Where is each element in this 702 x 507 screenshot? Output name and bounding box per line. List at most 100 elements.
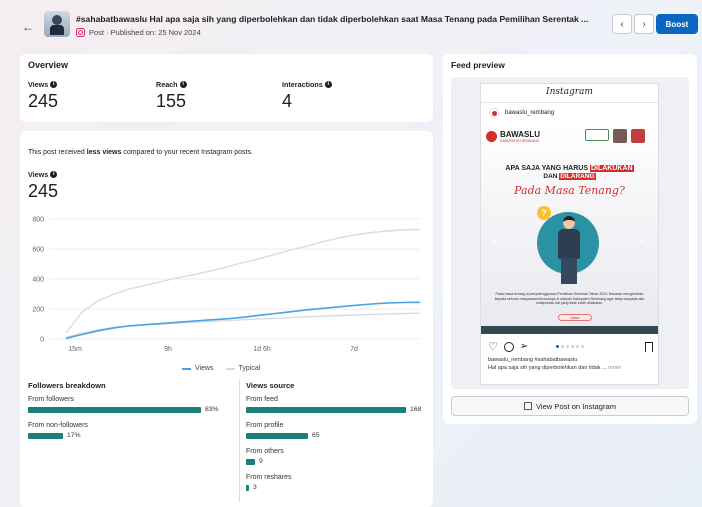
view-post-label: View Post on Instagram	[535, 401, 617, 411]
views-label-text: Views	[28, 170, 49, 179]
caption-more-link[interactable]: more	[607, 365, 621, 371]
followers-row: From followers 83%	[28, 396, 219, 413]
post-image[interactable]: BAWASLU KABUPATEN REMBANG APA SAJA YANG …	[481, 124, 658, 334]
note-text: This post received	[28, 149, 87, 156]
x-tick-label: 7d	[350, 346, 358, 353]
legend-label: Typical	[238, 365, 261, 372]
info-icon[interactable]: i	[50, 171, 58, 178]
divider	[481, 102, 658, 103]
y-tick-label: 400	[32, 277, 44, 284]
y-tick-label: 0	[40, 337, 44, 344]
post-actions: ♡ ➢	[488, 340, 653, 353]
section-divider	[239, 380, 240, 502]
info-icon[interactable]: i	[324, 81, 332, 88]
metric-value: 245	[28, 91, 59, 111]
carousel-next-icon[interactable]: ›	[637, 232, 642, 250]
x-tick-label: 9h	[164, 346, 172, 353]
bawaslu-logo: BAWASLU KABUPATEN REMBANG	[486, 130, 540, 143]
followers-breakdown-title: Followers breakdown	[28, 381, 106, 390]
feed-preview-card: Feed preview Instagram bawaslu_rembang B…	[443, 54, 697, 424]
partner-logos	[585, 129, 645, 143]
image-footer	[481, 326, 658, 334]
metric-reach: Reach i 155	[156, 80, 187, 112]
illustration-person	[554, 216, 584, 288]
published-date: Post · Published on: 25 Nov 2024	[89, 28, 201, 37]
overview-card: Overview Views i 245 Reach i 155 Interacti…	[20, 54, 433, 122]
views-label: Views i	[28, 170, 58, 179]
instagram-logo: Instagram	[546, 87, 593, 97]
carousel-prev-icon[interactable]: ‹	[493, 232, 498, 250]
followers-row: From non-followers 17%	[28, 422, 88, 439]
x-tick-label: 1d 6h	[253, 346, 271, 353]
boost-button[interactable]: Boost	[656, 14, 698, 34]
bar-value: 3	[253, 484, 257, 491]
views-source-bar	[246, 432, 308, 439]
heart-icon[interactable]: ♡	[488, 340, 498, 353]
overview-title: Overview	[28, 60, 69, 70]
legend-views[interactable]: Views	[182, 365, 214, 372]
post-title: #sahabatbawaslu Hal apa saja sih yang di…	[76, 14, 589, 24]
instagram-post-preview: Instagram bawaslu_rembang BAWASLU KABUPA…	[480, 83, 659, 385]
x-tick-label: 15m	[68, 346, 82, 353]
bar-label: From non-followers	[28, 422, 88, 429]
image-body-text: Pada masa tenang di penyelenggaraan Pemi…	[494, 292, 645, 306]
y-tick-label: 200	[32, 307, 44, 314]
image-headline-2: DAN DILARANG	[481, 173, 658, 180]
views-source-row: From profile 65	[246, 422, 320, 439]
back-arrow-icon[interactable]: ←	[22, 20, 34, 34]
y-tick-label: 800	[32, 217, 44, 224]
info-icon[interactable]: i	[50, 81, 58, 88]
legend-swatch	[225, 367, 235, 370]
legend-label: Views	[195, 365, 214, 372]
comparison-note: This post received less views compared t…	[28, 149, 253, 156]
bawaslu-emblem-icon	[486, 131, 497, 142]
headline-text: DAN	[543, 173, 558, 180]
share-icon[interactable]: ➢	[520, 341, 528, 352]
metric-value: 4	[282, 91, 293, 111]
metric-interactions: Interactions i 4	[282, 80, 332, 112]
metric-views: Views i 245	[28, 80, 58, 112]
info-icon[interactable]: i	[179, 81, 187, 88]
views-line-chart: 0 200 400 600 800 15m 9h 1d 6h 7d	[32, 217, 421, 353]
bar-label: From others	[246, 448, 284, 455]
post-thumbnail	[44, 11, 70, 37]
image-headline: APA SAJA YANG HARUS DILAKUKAN	[481, 165, 658, 172]
image-cta: Geser	[558, 314, 592, 321]
bar-label: From profile	[246, 422, 284, 429]
legend-typical[interactable]: Typical	[225, 365, 261, 372]
view-post-on-instagram-button[interactable]: View Post on Instagram	[451, 396, 689, 416]
bar-value: 83%	[205, 406, 219, 413]
logo-subtext: KABUPATEN REMBANG	[500, 139, 540, 143]
question-mark-icon: ?	[537, 206, 551, 220]
bar-value: 17%	[67, 432, 81, 439]
previous-post-button[interactable]: ‹	[612, 14, 632, 34]
views-source-row: From feed 168	[246, 396, 421, 413]
metric-label: Interactions	[282, 80, 323, 89]
image-subheadline: Pada Masa Tenang?	[514, 184, 625, 197]
views-source-bar	[246, 406, 406, 413]
post-header: ← #sahabatbawaslu Hal apa saja sih yang …	[0, 0, 702, 50]
headline-highlight: DILARANG	[559, 173, 596, 180]
followers-bar	[28, 406, 201, 413]
comment-icon[interactable]	[503, 341, 514, 352]
post-account[interactable]: bawaslu_rembang	[489, 108, 554, 118]
feed-preview-frame: Instagram bawaslu_rembang BAWASLU KABUPA…	[451, 77, 689, 389]
caption-user: bawaslu_rembang #sahabatbawaslu	[488, 357, 578, 363]
bar-label: From followers	[28, 396, 74, 403]
views-source-row: From reshares 3	[246, 474, 292, 491]
bookmark-icon[interactable]	[645, 341, 653, 352]
y-tick-label: 600	[32, 247, 44, 254]
views-analytics-card: This post received less views compared t…	[20, 131, 433, 507]
bar-value: 9	[259, 458, 263, 465]
legend-swatch	[182, 367, 191, 370]
note-emphasis: less views	[86, 149, 122, 156]
caption-text: Hal apa saja sih yang diperbolehkan dan …	[488, 365, 656, 371]
headline-highlight: DILAKUKAN	[589, 165, 634, 172]
views-source-bar	[246, 484, 249, 491]
views-source-title: Views source	[246, 381, 295, 390]
account-name: bawaslu_rembang	[505, 110, 555, 116]
next-post-button[interactable]: ›	[634, 14, 654, 34]
bar-label: From reshares	[246, 474, 292, 481]
followers-bar	[28, 432, 63, 439]
metric-value: 155	[156, 91, 187, 111]
